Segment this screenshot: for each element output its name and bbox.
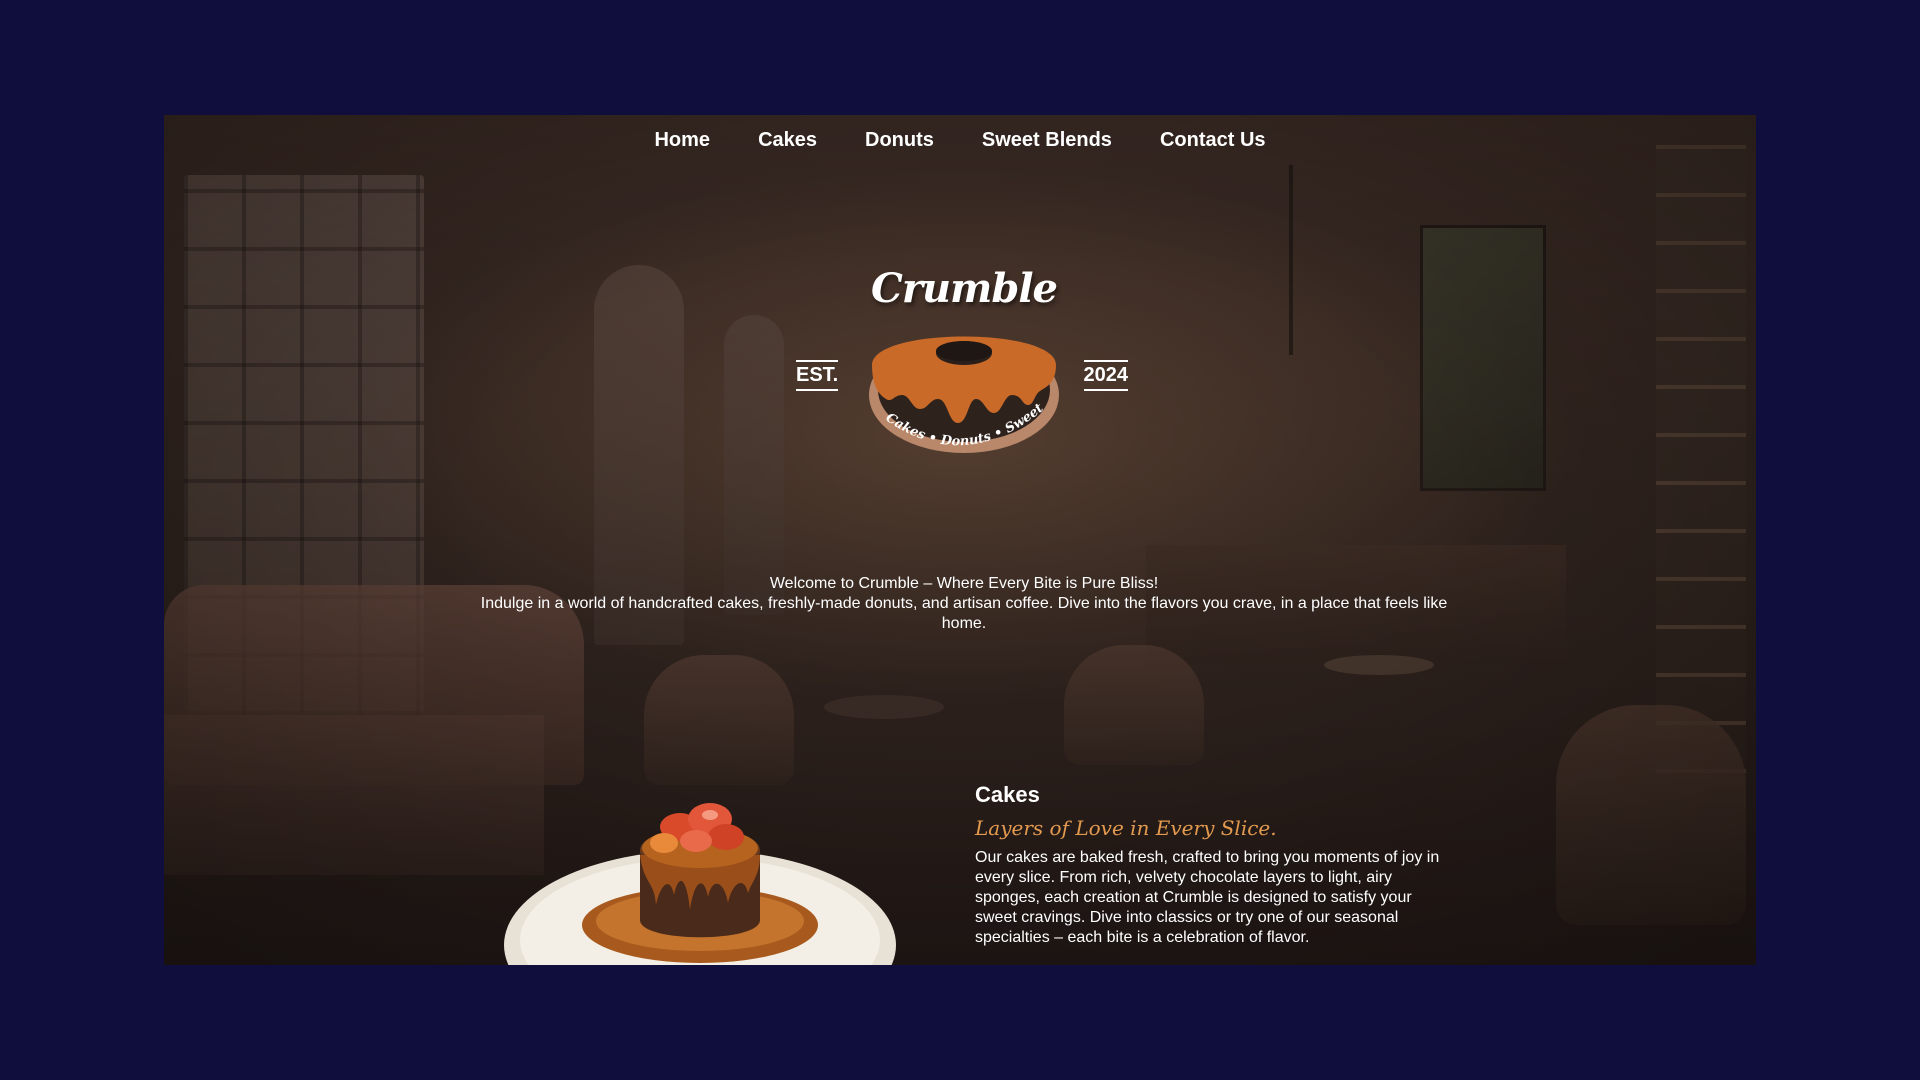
nav-link-donuts[interactable]: Donuts [865, 129, 934, 152]
logo-est-label: EST. [796, 360, 839, 391]
intro-body: Indulge in a world of handcrafted cakes,… [480, 595, 1448, 632]
nav-link-contact-us[interactable]: Contact Us [1160, 129, 1266, 152]
nav-link-cakes[interactable]: Cakes [758, 129, 817, 152]
cakes-section: Cakes Layers of Love in Every Slice. Our… [975, 782, 1445, 948]
cakes-tagline: Layers of Love in Every Slice. [975, 816, 1277, 840]
donut-logo-icon: Cakes • Donuts • Sweet Blends [834, 295, 1059, 453]
intro-section: Welcome to Crumble – Where Every Bite is… [464, 574, 1464, 634]
website-frame: Home Cakes Donuts Sweet Blends Contact U… [164, 115, 1756, 965]
chocolate-cake-image [504, 803, 896, 965]
background-vignette [164, 115, 1756, 965]
cakes-description: Our cakes are baked fresh, crafted to br… [975, 849, 1440, 946]
cakes-title: Cakes [975, 782, 1040, 807]
intro-headline: Welcome to Crumble – Where Every Bite is… [769, 575, 1159, 592]
brand-logo[interactable]: Crumble EST. 2024 Cakes • Donuts • Sweet… [784, 265, 1144, 495]
main-nav: Home Cakes Donuts Sweet Blends Contact U… [164, 129, 1756, 152]
nav-link-home[interactable]: Home [654, 129, 710, 152]
nav-link-sweet-blends[interactable]: Sweet Blends [982, 129, 1112, 152]
